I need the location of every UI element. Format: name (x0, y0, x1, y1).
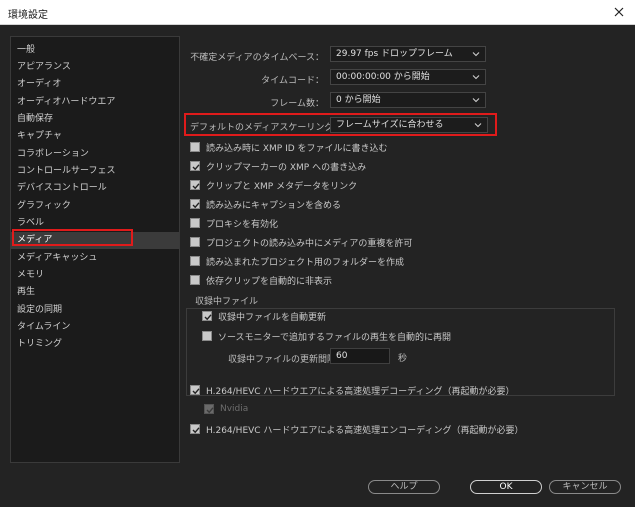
checkbox-box[interactable] (190, 385, 200, 395)
checkmark-icon (206, 407, 214, 414)
media-scaling-label: デフォルトのメディアスケーリング： (190, 123, 343, 133)
timebase-value: 29.97 fps ドロップフレーム (336, 49, 453, 59)
checkbox-label: ソースモニターで追加するファイルの再生を自動的に再開 (218, 332, 452, 343)
checkmark-icon (192, 388, 200, 395)
checkbox-create-project-folder[interactable]: 読み込まれたプロジェクト用のフォルダーを作成 (190, 254, 404, 268)
checkbox-write-xmp-id[interactable]: 読み込み時に XMP ID をファイルに書き込む (190, 140, 388, 154)
preferences-dialog: 一般 アピアランス オーディオ オーディオハードウエア 自動保存 キャプチャ コ… (0, 25, 635, 507)
timecode-label: タイムコード： (261, 76, 324, 86)
checkbox-box[interactable] (190, 199, 200, 209)
media-scaling-dropdown[interactable]: フレームサイズに合わせる (330, 117, 488, 133)
timecode-value: 00:00:00:00 から開始 (336, 72, 430, 82)
frame-count-label: フレーム数： (270, 99, 324, 109)
checkbox-label: 収録中ファイルを自動更新 (218, 312, 327, 323)
sidebar-item-device-control[interactable]: デバイスコントロール (11, 180, 179, 197)
checkbox-label: H.264/HEVC ハードウエアによる高速処理デコーディング（再起動が必要） (206, 386, 515, 397)
checkbox-label: プロキシを有効化 (206, 219, 279, 230)
timecode-dropdown[interactable]: 00:00:00:00 から開始 (330, 69, 486, 85)
checkbox-label: Nvidia (220, 404, 249, 414)
sidebar-item-control-surface[interactable]: コントロールサーフェス (11, 163, 179, 180)
checkbox-label: プロジェクトの読み込み中にメディアの重複を許可 (206, 238, 413, 249)
media-scaling-value: フレームサイズに合わせる (336, 120, 444, 130)
checkbox-hw-decoding[interactable]: H.264/HEVC ハードウエアによる高速処理デコーディング（再起動が必要） (190, 383, 515, 397)
sidebar-item-collaboration[interactable]: コラボレーション (11, 146, 179, 163)
checkmark-icon (204, 314, 212, 321)
frame-count-dropdown[interactable]: 0 から開始 (330, 92, 486, 108)
checkbox-link-xmp[interactable]: クリップと XMP メタデータをリンク (190, 178, 357, 192)
checkbox-box[interactable] (190, 424, 200, 434)
chevron-down-icon (474, 123, 482, 128)
title-bar: 環境設定 (0, 0, 635, 25)
refresh-interval-input[interactable]: 60 (330, 348, 390, 364)
close-icon[interactable] (614, 7, 624, 17)
checkmark-icon (192, 427, 200, 434)
checkbox-box[interactable] (190, 161, 200, 171)
sidebar-item-media-cache[interactable]: メディアキャッシュ (11, 250, 179, 267)
checkbox-label: H.264/HEVC ハードウエアによる高速処理エンコーディング（再起動が必要） (206, 425, 524, 436)
category-sidebar: 一般 アピアランス オーディオ オーディオハードウエア 自動保存 キャプチャ コ… (10, 36, 180, 463)
sidebar-item-sync-settings[interactable]: 設定の同期 (11, 302, 179, 319)
sidebar-item-labels[interactable]: ラベル (11, 215, 179, 232)
checkbox-enable-proxies[interactable]: プロキシを有効化 (190, 216, 278, 230)
checkbox-label: 読み込まれたプロジェクト用のフォルダーを作成 (206, 257, 405, 268)
frame-count-value: 0 から開始 (336, 95, 381, 105)
cancel-button[interactable]: キャンセル (549, 480, 621, 494)
sidebar-item-playback[interactable]: 再生 (11, 284, 179, 301)
close-button[interactable] (609, 3, 629, 21)
sidebar-item-autosave[interactable]: 自動保存 (11, 111, 179, 128)
checkbox-source-monitor-resume[interactable]: ソースモニターで追加するファイルの再生を自動的に再開 (202, 329, 451, 343)
checkbox-box[interactable] (202, 331, 212, 341)
chevron-down-icon (472, 52, 480, 57)
sidebar-item-graphics[interactable]: グラフィック (11, 198, 179, 215)
checkbox-label: 読み込み時に XMP ID をファイルに書き込む (206, 143, 388, 154)
sidebar-item-appearance[interactable]: アピアランス (11, 59, 179, 76)
checkbox-box (204, 404, 214, 414)
checkbox-box[interactable] (190, 256, 200, 266)
sidebar-item-trimming[interactable]: トリミング (11, 336, 179, 353)
chevron-down-icon (472, 98, 480, 103)
checkbox-box[interactable] (202, 311, 212, 321)
checkbox-box[interactable] (190, 142, 200, 152)
sidebar-item-audio[interactable]: オーディオ (11, 76, 179, 93)
checkbox-label: クリップと XMP メタデータをリンク (206, 181, 358, 192)
timebase-dropdown[interactable]: 29.97 fps ドロップフレーム (330, 46, 486, 62)
refresh-interval-label: 収録中ファイルの更新間隔 (228, 355, 337, 365)
checkbox-hide-dependent-clips[interactable]: 依存クリップを自動的に非表示 (190, 273, 332, 287)
checkmark-icon (192, 164, 200, 171)
ok-button[interactable]: OK (470, 480, 542, 494)
checkbox-label: 読み込みにキャプションを含める (206, 200, 342, 211)
help-button[interactable]: ヘルプ (368, 480, 440, 494)
checkmark-icon (192, 183, 200, 190)
checkbox-box[interactable] (190, 275, 200, 285)
sidebar-item-audio-hardware[interactable]: オーディオハードウエア (11, 94, 179, 111)
checkbox-hw-encoding[interactable]: H.264/HEVC ハードウエアによる高速処理エンコーディング（再起動が必要） (190, 422, 524, 436)
checkbox-auto-refresh-growing[interactable]: 収録中ファイルを自動更新 (202, 309, 326, 323)
chevron-down-icon (472, 75, 480, 80)
checkbox-include-captions[interactable]: 読み込みにキャプションを含める (190, 197, 341, 211)
sidebar-item-timeline[interactable]: タイムライン (11, 319, 179, 336)
checkbox-allow-duplicate-media[interactable]: プロジェクトの読み込み中にメディアの重複を許可 (190, 235, 412, 249)
checkmark-icon (192, 202, 200, 209)
checkbox-box[interactable] (190, 218, 200, 228)
window-title: 環境設定 (8, 10, 48, 21)
checkbox-box[interactable] (190, 180, 200, 190)
refresh-interval-unit: 秒 (398, 354, 408, 364)
timebase-label: 不確定メディアのタイムベース： (190, 53, 324, 63)
checkbox-label: 依存クリップを自動的に非表示 (206, 276, 333, 287)
sidebar-item-general[interactable]: 一般 (11, 42, 179, 59)
sidebar-item-media[interactable]: メディア (11, 232, 179, 249)
checkbox-clip-marker-xmp[interactable]: クリップマーカーの XMP への書き込み (190, 159, 366, 173)
sidebar-item-memory[interactable]: メモリ (11, 267, 179, 284)
growing-files-title: 収録中ファイル (192, 294, 262, 307)
sidebar-item-capture[interactable]: キャプチャ (11, 128, 179, 145)
checkbox-box[interactable] (190, 237, 200, 247)
checkbox-nvidia: Nvidia (204, 402, 248, 416)
checkbox-label: クリップマーカーの XMP への書き込み (206, 162, 367, 173)
